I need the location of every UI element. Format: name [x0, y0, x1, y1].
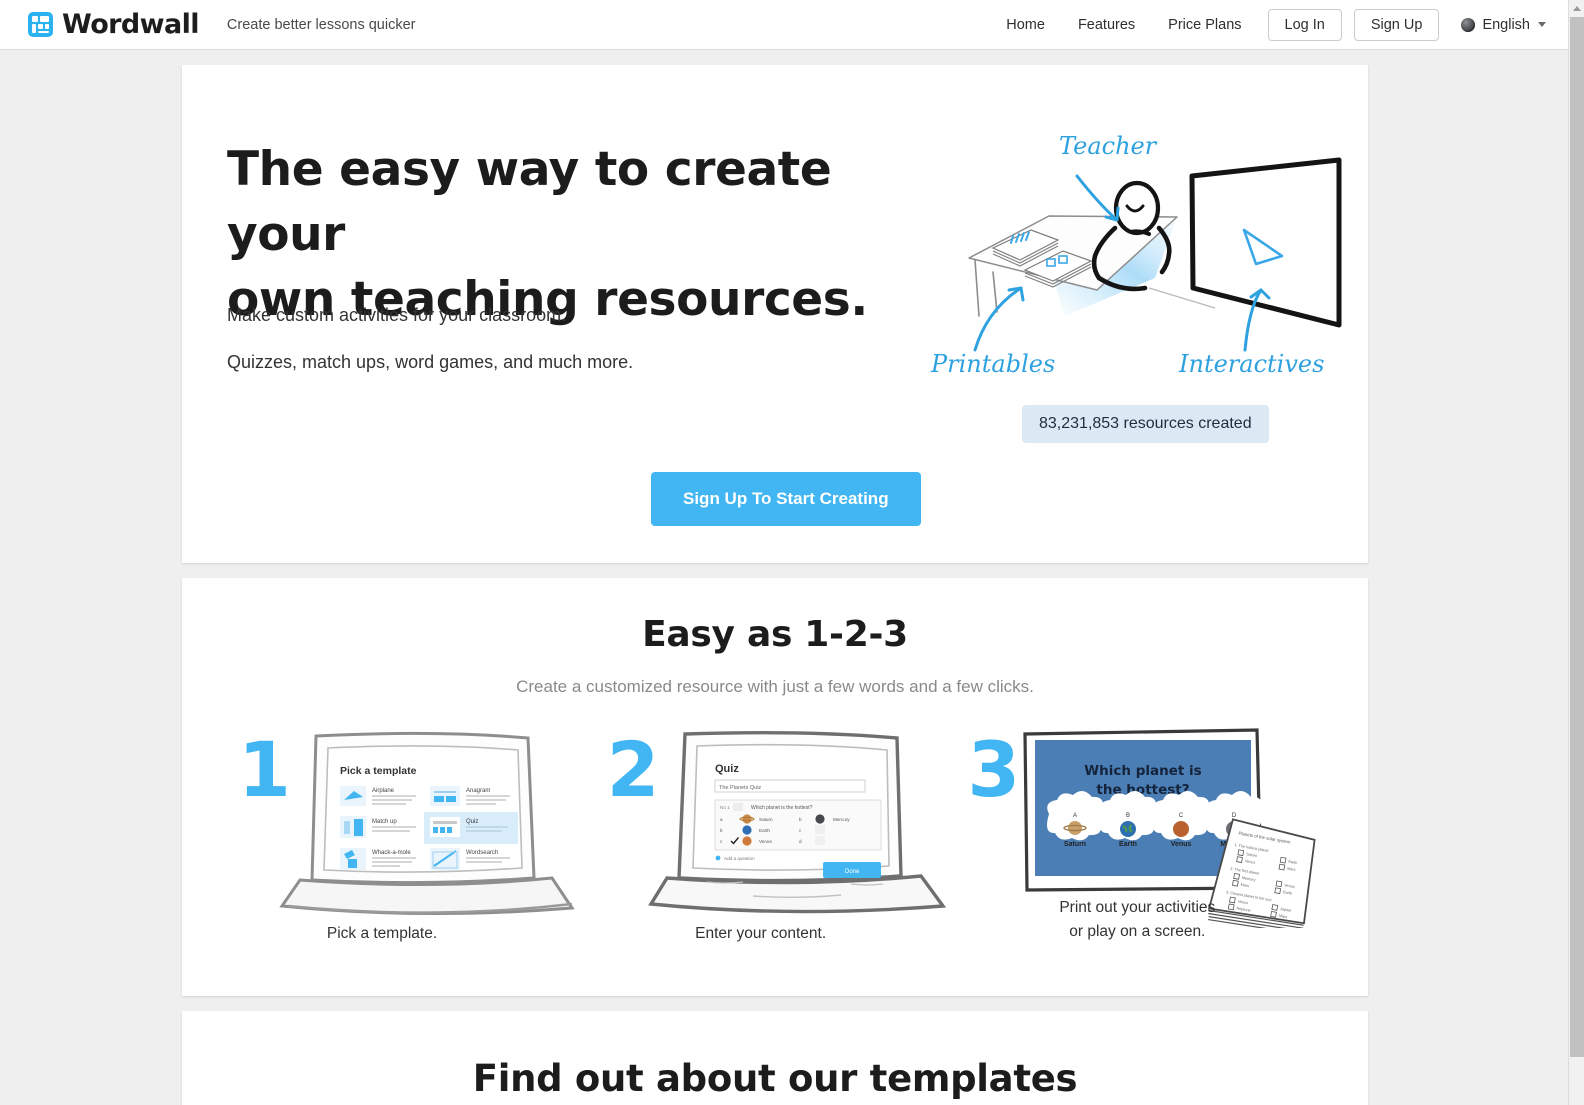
nav-item-features[interactable]: Features	[1078, 17, 1135, 33]
svg-text:D: D	[1232, 813, 1237, 819]
svg-text:Saturn: Saturn	[1064, 841, 1086, 848]
sign-up-button[interactable]: Sign Up	[1353, 8, 1440, 41]
illustration-label-teacher: Teacher	[1059, 132, 1158, 160]
svg-text:Earth: Earth	[1119, 841, 1137, 848]
svg-text:Which planet is the hottest?: Which planet is the hottest?	[751, 805, 813, 811]
svg-text:Mercury: Mercury	[833, 817, 850, 822]
svg-text:Venus: Venus	[1171, 841, 1192, 848]
steps-section-subtitle: Create a customized resource with just a…	[516, 677, 1034, 696]
browser-viewport: Wordwall Create better lessons quicker H…	[0, 0, 1584, 1105]
page-content: The easy way to create your own teaching…	[0, 50, 1568, 1105]
step-item-3: 3 Which planet is the hottest? A Saturn …	[959, 728, 1328, 973]
svg-text:A: A	[1073, 813, 1077, 819]
svg-text:a: a	[720, 817, 723, 822]
site-tagline: Create better lessons quicker	[226, 16, 416, 33]
templates-section-title: Find out about our templates	[472, 1057, 1078, 1100]
chevron-down-icon	[1538, 22, 1546, 27]
step-1-laptop-illustration: Pick a template Airplane Match up Whack-…	[278, 728, 578, 918]
svg-text:C: C	[1179, 813, 1184, 819]
step-number-3: 3	[967, 725, 1021, 814]
svg-text:B: B	[1126, 813, 1130, 819]
svg-text:Match up: Match up	[372, 819, 397, 825]
resources-created-badge: 83,231,853 resources created	[1022, 405, 1269, 443]
hero-subtitle-1: Make custom activities for your classroo…	[227, 305, 567, 325]
page-scrollbar[interactable]	[1568, 0, 1584, 1105]
svg-text:Wordsearch: Wordsearch	[466, 850, 498, 856]
svg-text:Whack-a-mole: Whack-a-mole	[372, 850, 411, 856]
easy-as-123-section: Easy as 1-2-3 Create a customized resour…	[182, 578, 1368, 996]
illustration-label-interactives: Interactives	[1178, 350, 1324, 378]
brand-logo-link[interactable]: Wordwall	[28, 9, 199, 40]
log-in-button[interactable]: Log In	[1267, 8, 1342, 41]
step-3-caption: Print out your activities or play on a s…	[987, 896, 1287, 944]
svg-text:Quiz: Quiz	[466, 819, 478, 825]
svg-text:Done: Done	[845, 869, 860, 875]
nav-item-home[interactable]: Home	[1006, 17, 1045, 33]
svg-text:Add a question: Add a question	[724, 856, 755, 861]
step-item-1: 1 Pick a template Airplane Match up Whac…	[222, 728, 591, 973]
steps-row: 1 Pick a template Airplane Match up Whac…	[222, 728, 1328, 973]
hero-title-line1: The easy way to create your	[227, 142, 832, 262]
step-3-caption-line1: Print out your activities	[1059, 899, 1216, 916]
globe-icon	[1461, 17, 1476, 32]
hero-section: The easy way to create your own teaching…	[182, 65, 1368, 563]
hero-illustration: Teacher Printables Interactives	[927, 120, 1347, 380]
wordwall-grid-logo-icon	[28, 12, 53, 37]
language-label: English	[1482, 16, 1530, 33]
step-2-caption: Enter your content.	[695, 925, 827, 942]
header-nav: Home Features Price Plans Log In Sign Up…	[1006, 8, 1568, 41]
nav-item-price-plans[interactable]: Price Plans	[1168, 17, 1241, 33]
step1-screen-title: Pick a template	[340, 765, 417, 777]
svg-text:Earth: Earth	[759, 828, 770, 833]
step3-board-question-line1: Which planet is	[1085, 763, 1202, 779]
templates-section: Find out about our templates	[182, 1011, 1368, 1105]
svg-text:Anagram: Anagram	[466, 788, 490, 794]
svg-text:b: b	[799, 817, 802, 822]
svg-text:b: b	[720, 828, 723, 833]
step-item-2: 2 Quiz The Planets Quiz No 1 Which plane…	[591, 728, 960, 973]
step-2-laptop-illustration: Quiz The Planets Quiz No 1 Which planet …	[647, 728, 947, 918]
brand-name: Wordwall	[62, 9, 199, 40]
scrollbar-thumb[interactable]	[1570, 17, 1584, 1057]
illustration-label-printables: Printables	[930, 350, 1055, 378]
scroll-up-arrow-icon[interactable]	[1569, 0, 1584, 17]
svg-text:d: d	[799, 839, 802, 844]
hero-signup-cta-button[interactable]: Sign Up To Start Creating	[651, 472, 921, 526]
svg-text:Venus: Venus	[759, 839, 772, 844]
step2-screen-title: Quiz	[715, 763, 739, 775]
step-3-caption-line2: or play on a screen.	[1069, 923, 1206, 941]
svg-text:Saturn: Saturn	[759, 817, 773, 822]
hero-subtitle-2: Quizzes, match ups, word games, and much…	[227, 352, 634, 372]
svg-text:Airplane: Airplane	[372, 788, 395, 794]
step-1-caption: Pick a template.	[326, 925, 438, 942]
svg-text:The Planets Quiz: The Planets Quiz	[719, 785, 761, 791]
svg-text:No 1: No 1	[720, 805, 730, 810]
language-selector[interactable]: English	[1461, 17, 1546, 33]
steps-section-title: Easy as 1-2-3	[642, 614, 908, 655]
site-header: Wordwall Create better lessons quicker H…	[0, 0, 1568, 50]
